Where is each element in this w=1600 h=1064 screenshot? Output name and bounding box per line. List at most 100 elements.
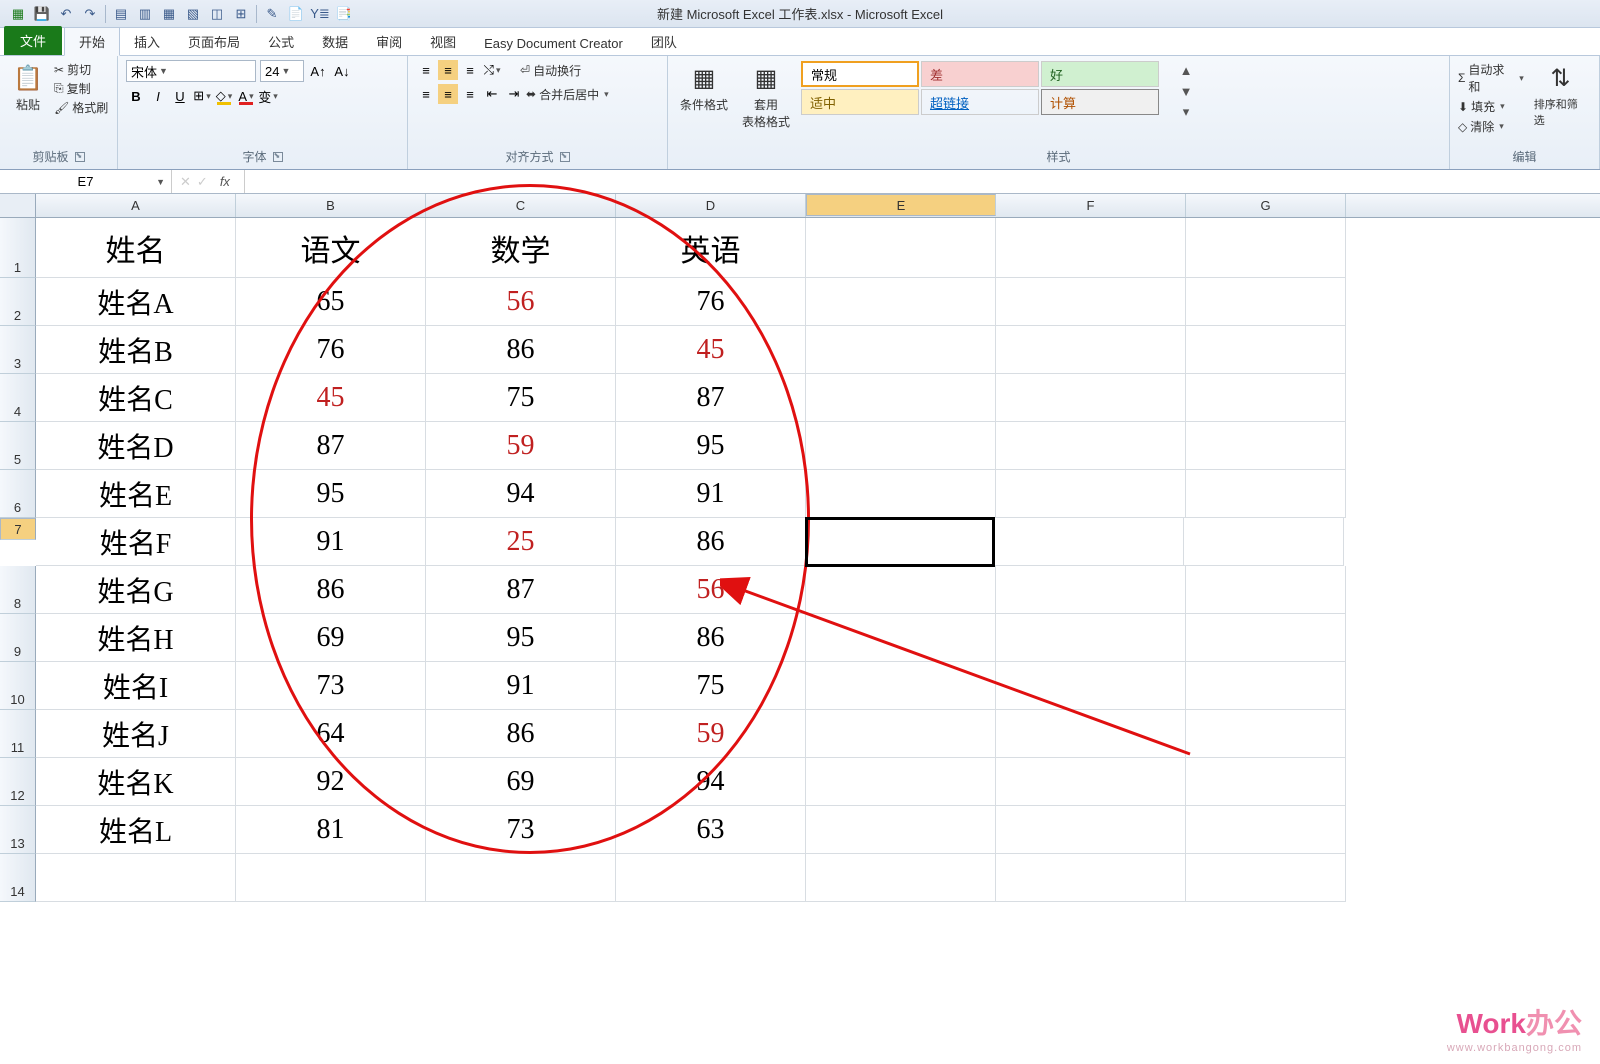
cell-B6[interactable]: 95 [236, 470, 426, 518]
cell-B14[interactable] [236, 854, 426, 902]
cell-G8[interactable] [1186, 566, 1346, 614]
cell-C4[interactable]: 75 [426, 374, 616, 422]
cell-E12[interactable] [806, 758, 996, 806]
tab-review[interactable]: 审阅 [362, 28, 416, 55]
autosum-button[interactable]: Σ自动求和▾ [1458, 60, 1524, 96]
cell-C7[interactable]: 25 [426, 518, 616, 566]
row-header-7[interactable]: 7 [0, 518, 36, 540]
row-header-2[interactable]: 2 [0, 278, 36, 326]
phonetic-button[interactable]: 变▾ [258, 86, 278, 106]
cell-G1[interactable] [1186, 218, 1346, 278]
cell-B8[interactable]: 86 [236, 566, 426, 614]
cell-A12[interactable]: 姓名K [36, 758, 236, 806]
cell-F6[interactable] [996, 470, 1186, 518]
cell-D7[interactable]: 86 [616, 518, 806, 566]
qat-btn6[interactable]: ⊞ [231, 4, 251, 24]
copy-button[interactable]: ⎘复制 [54, 79, 108, 98]
cell-C13[interactable]: 73 [426, 806, 616, 854]
cell-B11[interactable]: 64 [236, 710, 426, 758]
cell-D9[interactable]: 86 [616, 614, 806, 662]
italic-button[interactable]: I [148, 86, 168, 106]
cell-C2[interactable]: 56 [426, 278, 616, 326]
cell-D2[interactable]: 76 [616, 278, 806, 326]
cell-F13[interactable] [996, 806, 1186, 854]
cell-D4[interactable]: 87 [616, 374, 806, 422]
cell-E7[interactable] [805, 517, 995, 567]
cell-A10[interactable]: 姓名I [36, 662, 236, 710]
qat-btn7[interactable]: ✎ [262, 4, 282, 24]
cell-B3[interactable]: 76 [236, 326, 426, 374]
cell-C3[interactable]: 86 [426, 326, 616, 374]
cell-D14[interactable] [616, 854, 806, 902]
row-header-4[interactable]: 4 [0, 374, 36, 422]
cell-D6[interactable]: 91 [616, 470, 806, 518]
qat-btn10[interactable]: 📑 [334, 4, 354, 24]
cell-F14[interactable] [996, 854, 1186, 902]
cell-D3[interactable]: 45 [616, 326, 806, 374]
row-header-11[interactable]: 11 [0, 710, 36, 758]
cell-B1[interactable]: 语文 [236, 218, 426, 278]
format-painter-button[interactable]: 🖌格式刷 [54, 98, 108, 117]
cell-G3[interactable] [1186, 326, 1346, 374]
cell-F4[interactable] [996, 374, 1186, 422]
cell-G7[interactable] [1184, 518, 1344, 566]
style-scroll-down-icon[interactable]: ▼ [1176, 81, 1196, 101]
cell-D13[interactable]: 63 [616, 806, 806, 854]
cell-B12[interactable]: 92 [236, 758, 426, 806]
font-color-button[interactable]: A▾ [236, 86, 256, 106]
tab-view[interactable]: 视图 [416, 28, 470, 55]
row-header-9[interactable]: 9 [0, 614, 36, 662]
cancel-formula-icon[interactable]: ✕ [180, 174, 191, 190]
align-left-icon[interactable]: ≡ [416, 84, 436, 104]
cell-C9[interactable]: 95 [426, 614, 616, 662]
style-expand-icon[interactable]: ▾ [1176, 102, 1196, 122]
cell-G13[interactable] [1186, 806, 1346, 854]
row-header-14[interactable]: 14 [0, 854, 36, 902]
cell-A3[interactable]: 姓名B [36, 326, 236, 374]
align-right-icon[interactable]: ≡ [460, 84, 480, 104]
cell-E6[interactable] [806, 470, 996, 518]
redo-icon[interactable]: ↷ [80, 4, 100, 24]
cell-D12[interactable]: 94 [616, 758, 806, 806]
style-bad[interactable]: 差 [921, 61, 1039, 87]
cell-G5[interactable] [1186, 422, 1346, 470]
cell-A6[interactable]: 姓名E [36, 470, 236, 518]
style-calc[interactable]: 计算 [1041, 89, 1159, 115]
select-all-corner[interactable] [0, 194, 36, 217]
column-header-B[interactable]: B [236, 194, 426, 217]
cell-F2[interactable] [996, 278, 1186, 326]
tab-file[interactable]: 文件 [4, 26, 62, 55]
cell-E14[interactable] [806, 854, 996, 902]
column-header-E[interactable]: E [806, 194, 996, 216]
row-header-12[interactable]: 12 [0, 758, 36, 806]
cell-E10[interactable] [806, 662, 996, 710]
cell-B2[interactable]: 65 [236, 278, 426, 326]
tab-edc[interactable]: Easy Document Creator [470, 32, 637, 55]
fill-button[interactable]: ⬇填充▾ [1458, 97, 1524, 116]
cell-D10[interactable]: 75 [616, 662, 806, 710]
cell-G11[interactable] [1186, 710, 1346, 758]
cut-button[interactable]: ✂剪切 [54, 60, 108, 79]
cell-G12[interactable] [1186, 758, 1346, 806]
align-launcher[interactable] [560, 152, 570, 162]
row-header-10[interactable]: 10 [0, 662, 36, 710]
clipboard-launcher[interactable] [75, 152, 85, 162]
cell-E4[interactable] [806, 374, 996, 422]
qat-btn8[interactable]: 📄 [286, 4, 306, 24]
cell-G6[interactable] [1186, 470, 1346, 518]
qat-btn2[interactable]: ▥ [135, 4, 155, 24]
column-header-F[interactable]: F [996, 194, 1186, 217]
border-button[interactable]: ⊞▾ [192, 86, 212, 106]
style-link[interactable]: 超链接 [921, 89, 1039, 115]
orientation-icon[interactable]: ⤭▾ [482, 60, 502, 80]
tab-page-layout[interactable]: 页面布局 [174, 28, 254, 55]
sort-filter-button[interactable]: ⇅ 排序和筛选 [1530, 60, 1591, 130]
row-header-8[interactable]: 8 [0, 566, 36, 614]
cell-A7[interactable]: 姓名F [36, 518, 236, 566]
cell-G9[interactable] [1186, 614, 1346, 662]
qat-btn3[interactable]: ▦ [159, 4, 179, 24]
cell-E9[interactable] [806, 614, 996, 662]
cell-A4[interactable]: 姓名C [36, 374, 236, 422]
column-header-D[interactable]: D [616, 194, 806, 217]
style-mid[interactable]: 适中 [801, 89, 919, 115]
